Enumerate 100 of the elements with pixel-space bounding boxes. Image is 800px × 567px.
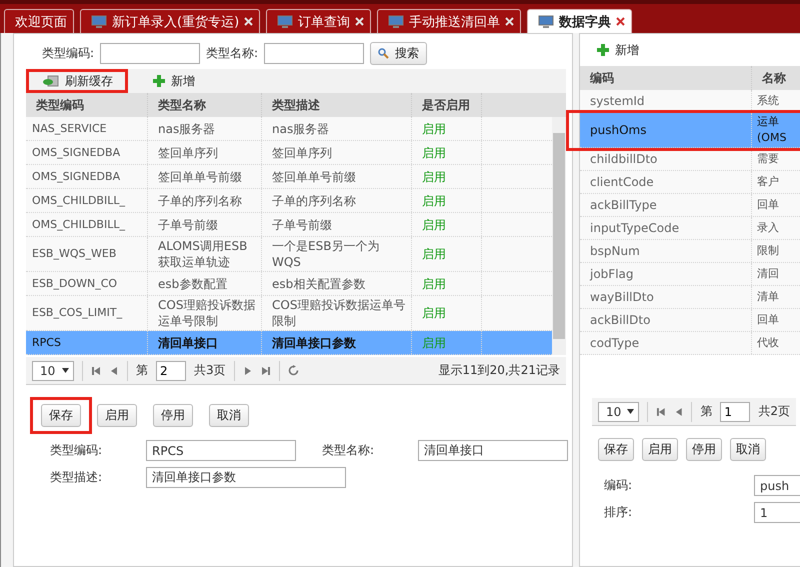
first-page-icon[interactable] <box>91 366 101 376</box>
table-row[interactable]: codType 代收 <box>580 332 800 355</box>
status-cell: 启用 <box>412 272 482 295</box>
caret-icon <box>627 409 634 414</box>
table-cell: OMS_SIGNEDBA <box>26 165 148 188</box>
table-row[interactable]: clientCode 客户 <box>580 171 800 194</box>
tab[interactable]: 手动推送清回单 <box>377 9 522 33</box>
scrollbar[interactable] <box>552 117 566 355</box>
field-label: 编码: <box>604 477 634 494</box>
table-row[interactable]: ESB_DOWN_CO esb参数配置 esb相关配置参数 启用 <box>26 272 552 296</box>
input-field[interactable]: 清回单接口参数 <box>146 467 346 488</box>
table-cell: jobFlag <box>580 263 752 285</box>
table-row[interactable]: OMS_CHILDBILL_ 子单的序列名称 子单的序列名称 启用 <box>26 189 552 213</box>
table-cell: 子单的序列名称 <box>148 189 262 212</box>
table-cell: 清回 <box>752 263 800 285</box>
table-row[interactable]: NAS_SERVICE nas服务器 nas服务器 启用 <box>26 117 552 141</box>
action-button[interactable]: 启用 <box>97 404 137 427</box>
page-count: 共2页 <box>758 403 790 420</box>
input-field[interactable]: 1 <box>754 502 800 523</box>
toolbar-button[interactable]: 刷新缓存 <box>26 69 128 93</box>
table-cell: 子单号前缀 <box>262 213 412 236</box>
previous-page-icon[interactable] <box>109 366 119 376</box>
page-label: 第 <box>136 362 148 379</box>
close-icon[interactable] <box>616 17 626 26</box>
input-field[interactable]: 清回单接口 <box>418 440 568 461</box>
table-cell: 清回单接口参数 <box>262 331 412 354</box>
table-cell: OMS_CHILDBILL_ <box>26 189 148 212</box>
table-row[interactable]: pushOms 运单 (OMS <box>580 113 800 148</box>
page-number-input[interactable]: 2 <box>156 360 186 380</box>
table-cell: pushOms <box>580 113 752 147</box>
table-row[interactable]: ackBillDto 回单 <box>580 309 800 332</box>
table-row[interactable]: ESB_WQS_WEB ALOMS调用ESB获取运单轨迹 一个是ESB另一个为WQS 启用 <box>26 237 552 272</box>
tab[interactable]: 欢迎页面 <box>4 9 74 33</box>
field-label: 类型编码: <box>42 45 94 62</box>
action-button[interactable]: 取消 <box>209 404 249 427</box>
toolbar-button[interactable]: 新增 <box>136 69 210 93</box>
field-label: 类型名称: <box>206 45 258 62</box>
table-row[interactable]: RPCS 清回单接口 清回单接口参数 启用 <box>26 331 552 355</box>
tab[interactable]: 订单查询 <box>266 9 372 33</box>
tab[interactable]: 数据字典 <box>527 9 632 33</box>
table-cell: 客户 <box>752 171 800 193</box>
table-cell: nas服务器 <box>148 117 262 140</box>
monitor-icon <box>91 14 107 28</box>
table-row[interactable]: bspNum 限制 <box>580 240 800 263</box>
table-row[interactable]: jobFlag 清回 <box>580 263 800 286</box>
action-button[interactable]: 取消 <box>730 438 766 461</box>
status-cell: 启用 <box>412 237 482 271</box>
action-button[interactable]: 保存 <box>41 404 81 427</box>
page-number-input[interactable]: 1 <box>720 402 750 422</box>
table-cell: RPCS <box>26 331 148 354</box>
page-size-select[interactable]: 10 <box>598 402 640 422</box>
action-button[interactable]: 停用 <box>686 438 722 461</box>
table-cell: 运单 (OMS <box>752 113 800 147</box>
table-row[interactable]: ackBillType 回单 <box>580 194 800 217</box>
monitor-icon <box>277 14 294 28</box>
table-cell: ackBillDto <box>580 309 752 331</box>
table-cell: 限制 <box>752 240 800 262</box>
status-cell: 启用 <box>412 117 482 140</box>
table-row[interactable]: OMS_CHILDBILL_ 子单号前缀 子单号前缀 启用 <box>26 213 552 237</box>
table-cell: 录入 <box>752 217 800 239</box>
page-label: 第 <box>700 403 712 420</box>
table-row[interactable]: ESB_COS_LIMIT_ COS理赔投诉数据运单号限制 COS理赔投诉数据运单号限制 启用 <box>26 296 552 331</box>
table-row[interactable]: OMS_SIGNEDBA 签回单序列 签回单序列 启用 <box>26 141 552 165</box>
table-cell: 子单的序列名称 <box>262 189 412 212</box>
action-button[interactable]: 停用 <box>153 404 193 427</box>
input-field[interactable]: RPCS <box>146 440 296 461</box>
status-cell: 启用 <box>412 141 482 164</box>
table-cell: nas服务器 <box>262 117 412 140</box>
table-row[interactable]: OMS_SIGNEDBA 签回单单号前缀 签回单单号前缀 启用 <box>26 165 552 189</box>
table-cell: OMS_CHILDBILL_ <box>26 213 148 236</box>
field-label: 类型编码: <box>50 442 104 459</box>
table-cell: inputTypeCode <box>580 217 752 239</box>
monitor-icon <box>388 14 404 28</box>
table-cell: NAS_SERVICE <box>26 117 148 140</box>
action-button[interactable]: 保存 <box>598 438 634 461</box>
status-cell: 启用 <box>412 296 482 330</box>
table-cell: ESB_DOWN_CO <box>26 272 148 295</box>
first-page-icon[interactable] <box>656 406 666 416</box>
previous-page-icon[interactable] <box>674 406 684 416</box>
table-row[interactable]: wayBillDto 清单 <box>580 286 800 309</box>
input-field[interactable] <box>264 43 364 64</box>
search-button[interactable]: 搜索 <box>370 42 428 65</box>
table-row[interactable]: inputTypeCode 录入 <box>580 217 800 240</box>
next-page-icon[interactable] <box>242 366 253 376</box>
plus-icon <box>153 75 165 87</box>
table-cell: 回单 <box>752 309 800 331</box>
table-cell: COS理赔投诉数据运单号限制 <box>148 296 262 330</box>
field-label: 类型名称: <box>322 442 376 459</box>
search-icon <box>378 48 390 59</box>
table-cell: 回单 <box>752 194 800 216</box>
page-size-select[interactable]: 10 <box>32 360 74 380</box>
toolbar-button[interactable]: 新增 <box>580 38 654 62</box>
tab[interactable]: 新订单录入(重货专运) <box>80 9 260 33</box>
input-field[interactable]: push <box>754 475 800 496</box>
reload-icon[interactable] <box>288 365 299 376</box>
input-field[interactable] <box>100 43 200 64</box>
action-button[interactable]: 启用 <box>642 438 678 461</box>
last-page-icon[interactable] <box>260 366 271 376</box>
table-cell: systemId <box>580 90 752 112</box>
status-cell: 启用 <box>412 213 482 236</box>
